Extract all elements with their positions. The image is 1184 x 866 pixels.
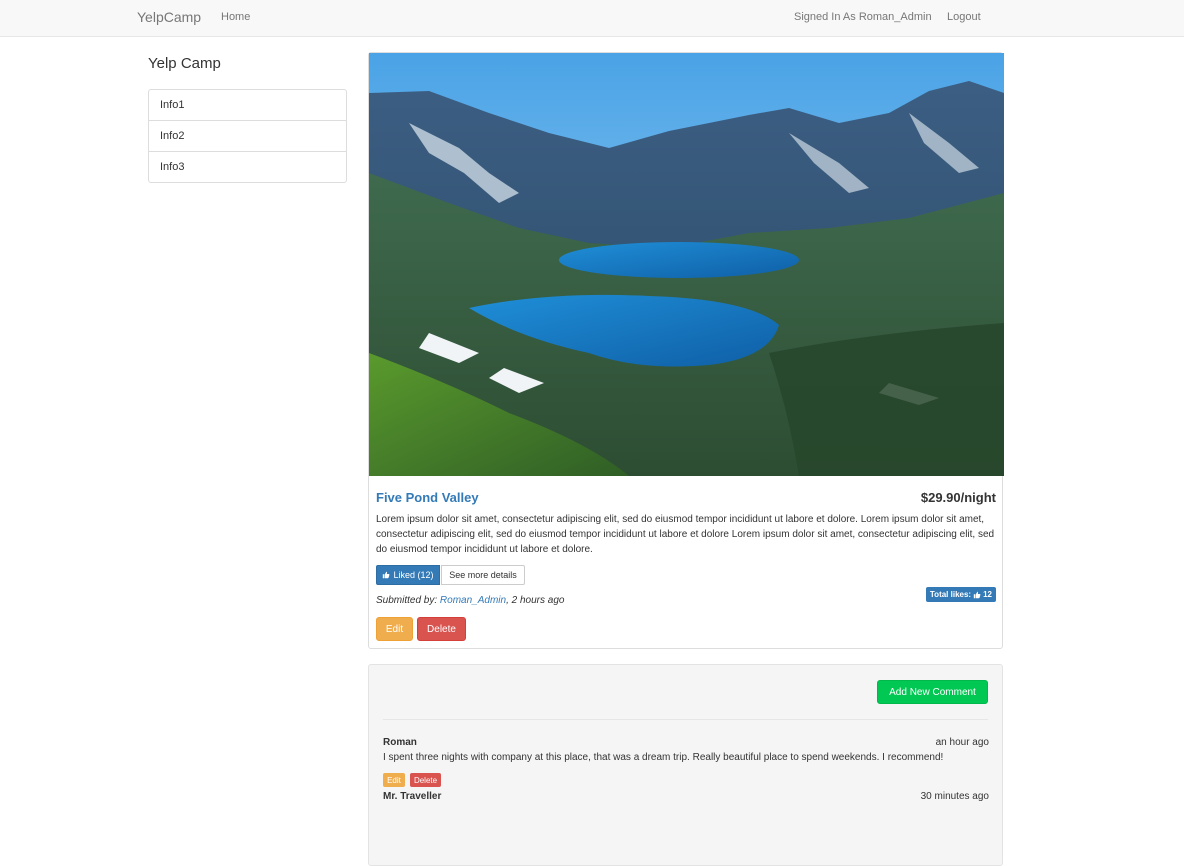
signed-in-status[interactable]: Signed In As Roman_Admin [794,11,932,23]
sidebar-title: Yelp Camp [148,55,221,72]
total-likes-count: 12 [983,590,992,599]
campground-price: $29.90/night [920,490,996,505]
comment-time: 30 minutes ago [920,791,989,802]
submitted-time: , 2 hours ago [506,595,565,606]
navbar: YelpCamp Home Signed In As Roman_Admin L… [0,0,1184,37]
total-likes-label: Total likes: [929,590,972,599]
campground-description: Lorem ipsum dolor sit amet, consectetur … [376,514,995,555]
sidebar-item-info3[interactable]: Info3 [149,151,346,182]
edit-comment-button[interactable]: Edit [383,773,405,787]
submitted-prefix: Submitted by: [376,595,440,606]
comments-divider [383,719,988,720]
comment-author: Mr. Traveller [383,791,442,802]
see-more-details-button[interactable]: See more details [441,565,525,585]
delete-campground-button[interactable]: Delete [417,617,466,641]
sidebar-item-info2[interactable]: Info2 [149,120,346,151]
thumbs-up-icon [383,571,390,579]
liked-label: Liked (12) [393,570,434,580]
brand-link[interactable]: YelpCamp [137,9,201,25]
liked-button[interactable]: Liked (12) [376,565,440,585]
campground-image [369,53,1004,476]
campground-card: Five Pond Valley $29.90/night Lorem ipsu… [368,52,1004,649]
edit-campground-button[interactable]: Edit [376,617,413,641]
comments-panel: Add New Comment Roman an hour ago I spen… [368,664,1003,866]
logout-link[interactable]: Logout [947,11,981,23]
author-link[interactable]: Roman_Admin [440,595,506,606]
comment-text: I spent three nights with company at thi… [383,752,944,763]
comment-author: Roman [383,737,417,748]
delete-comment-button[interactable]: Delete [410,773,441,787]
total-likes-badge: Total likes: 12 [925,587,996,602]
add-comment-button[interactable]: Add New Comment [877,680,988,704]
campground-title[interactable]: Five Pond Valley [376,490,479,505]
submitted-by: Submitted by: Roman_Admin, 2 hours ago [376,595,564,606]
nav-home-link[interactable]: Home [221,11,250,23]
sidebar-item-info1[interactable]: Info1 [149,90,346,120]
comment-time: an hour ago [935,737,989,748]
sidebar-list: Info1 Info2 Info3 [148,89,347,183]
thumbs-up-icon [973,591,981,598]
